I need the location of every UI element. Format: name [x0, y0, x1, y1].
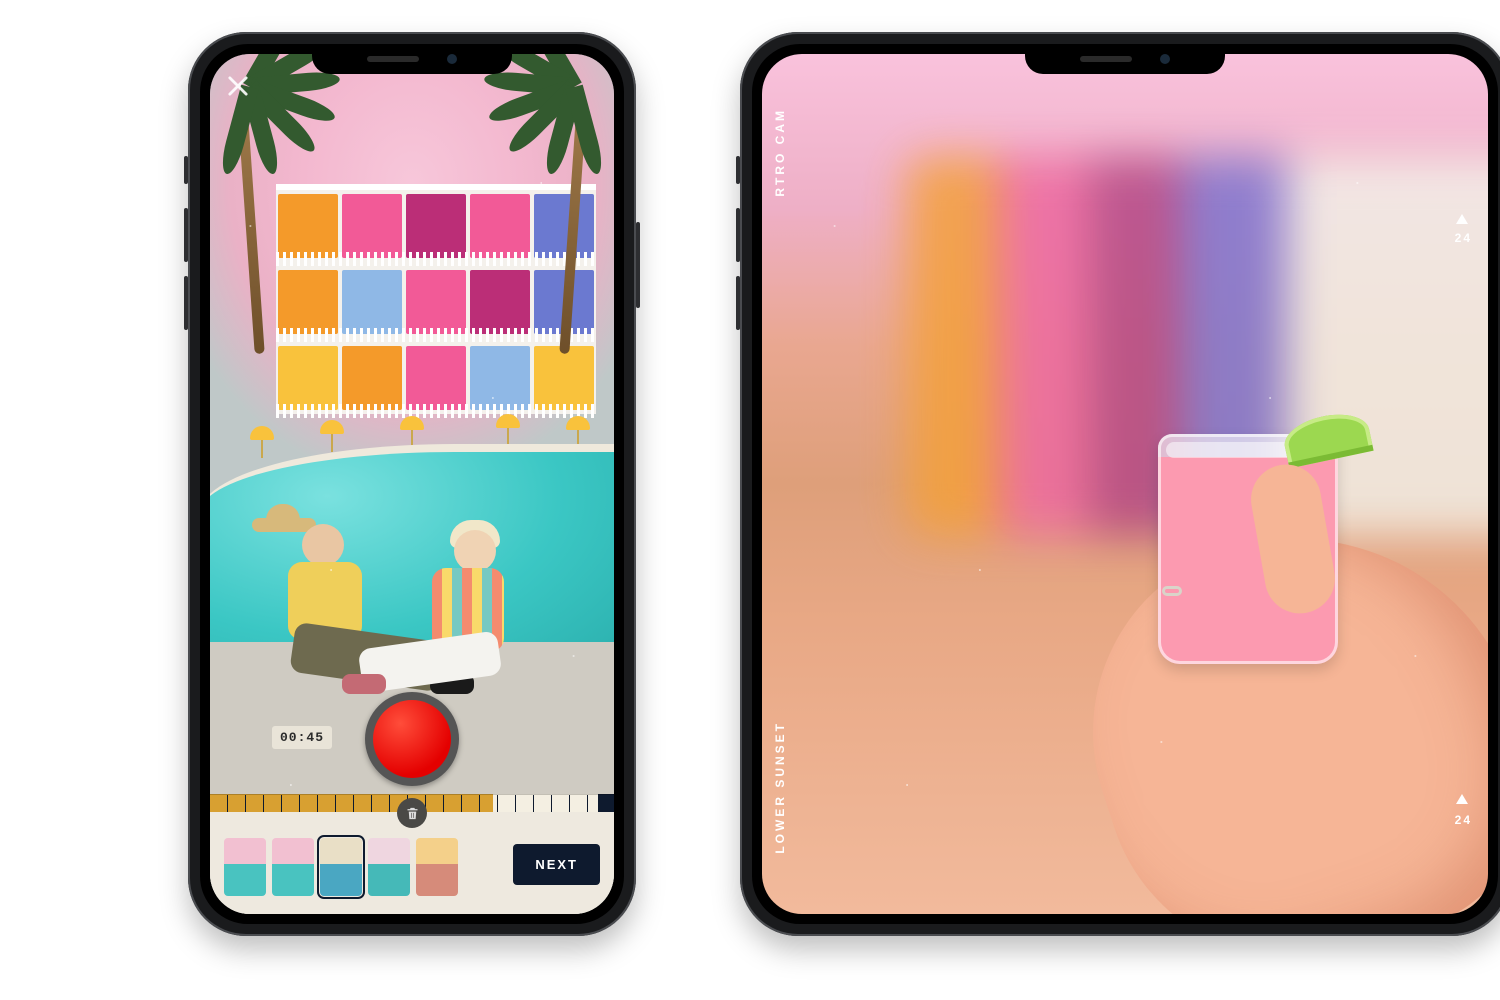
frame-number-top: 24: [1455, 232, 1472, 244]
record-button[interactable]: [365, 692, 459, 786]
mute-switch: [184, 156, 188, 184]
record-button-core: [373, 700, 451, 778]
volume-down-button: [184, 276, 188, 330]
clip-thumbnails: [224, 838, 458, 896]
scene-palm: [494, 54, 614, 304]
phone-mockup-left: 00:45: [188, 32, 636, 936]
next-button[interactable]: NEXT: [513, 844, 600, 885]
frame-arrow-icon: [1456, 794, 1468, 804]
volume-up-button: [184, 208, 188, 262]
mute-switch: [736, 156, 740, 184]
recording-timer: 00:45: [272, 726, 332, 749]
close-icon[interactable]: [224, 72, 252, 100]
clip-thumbnail[interactable]: [224, 838, 266, 896]
filter-preview[interactable]: RTRO CAM LOWER SUNSET 24 24: [762, 54, 1488, 914]
frame-number-bottom: 24: [1455, 814, 1472, 826]
clip-thumbnail[interactable]: [368, 838, 410, 896]
volume-up-button: [736, 208, 740, 262]
clip-thumbnail[interactable]: [272, 838, 314, 896]
clip-thumbnail[interactable]: [416, 838, 458, 896]
phone-notch: [312, 44, 512, 74]
trash-button[interactable]: [397, 798, 427, 828]
next-button-label: NEXT: [535, 857, 578, 872]
clip-thumbnail-selected[interactable]: [320, 838, 362, 896]
phone-notch: [1025, 44, 1225, 74]
app-screen-preview: RTRO CAM LOWER SUNSET 24 24: [762, 54, 1488, 914]
clip-tray: NEXT: [210, 812, 614, 914]
power-button: [636, 222, 640, 308]
phone-mockup-right: RTRO CAM LOWER SUNSET 24 24: [740, 32, 1500, 936]
frame-filter-label: LOWER SUNSET: [774, 721, 786, 854]
frame-brand-label: RTRO CAM: [774, 108, 786, 197]
app-screen-capture: 00:45: [210, 54, 614, 914]
scene-ring: [1162, 586, 1182, 596]
frame-arrow-icon: [1456, 214, 1468, 224]
volume-down-button: [736, 276, 740, 330]
